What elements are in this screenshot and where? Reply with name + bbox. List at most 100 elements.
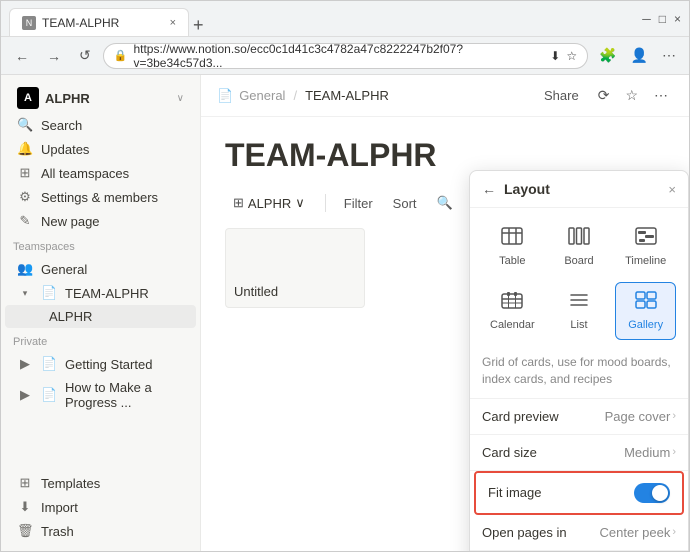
workspace-logo: A	[17, 87, 39, 109]
card-size-label: Card size	[482, 445, 624, 460]
sidebar-new-page-label: New page	[41, 214, 184, 229]
workspace-header[interactable]: A ALPHR ∨	[5, 83, 196, 113]
nav-forward-button[interactable]: →	[41, 44, 67, 68]
open-pages-arrow-icon: ›	[672, 526, 676, 538]
page-header-bar: 📄 General / TEAM-ALPHR Share ⟳ ☆ ⋯	[201, 75, 689, 117]
sidebar-item-general[interactable]: 👥 General	[5, 257, 196, 281]
fit-image-toggle[interactable]	[634, 483, 670, 503]
browser-tab-active[interactable]: N TEAM-ALPHR ×	[9, 8, 189, 36]
header-more-icon[interactable]: ⋯	[649, 83, 673, 108]
view-separator	[325, 194, 326, 212]
layout-option-list[interactable]: List	[549, 282, 610, 340]
card-preview-row[interactable]: Card preview Page cover ›	[470, 399, 688, 435]
sidebar-item-getting-started[interactable]: ▶ 📄 Getting Started	[5, 352, 196, 376]
sidebar-item-templates[interactable]: ⊞ Templates	[5, 471, 196, 495]
all-teamspaces-icon: ⊞	[17, 165, 33, 181]
layout-panel: ← Layout ×	[469, 170, 689, 551]
sidebar-team-alphr-label: TEAM-ALPHR	[65, 286, 184, 301]
view-selector[interactable]: ⊞ ALPHR ∨	[225, 191, 313, 215]
header-history-icon[interactable]: ⟳	[593, 83, 615, 108]
open-pages-value: Center peek	[600, 525, 671, 540]
fit-image-row[interactable]: Fit image	[474, 471, 684, 515]
gallery-layout-label: Gallery	[628, 319, 663, 331]
panel-close-button[interactable]: ×	[668, 182, 676, 197]
board-layout-icon	[568, 227, 590, 251]
tab-close-icon[interactable]: ×	[170, 17, 176, 29]
getting-started-icon: ▶	[17, 356, 33, 372]
list-layout-label: List	[570, 319, 587, 331]
card-size-arrow-icon: ›	[672, 446, 676, 458]
timeline-layout-label: Timeline	[625, 255, 666, 267]
layout-options-grid: Table Board	[470, 208, 688, 350]
breadcrumb-icon: 📄	[217, 88, 233, 104]
browser-tabs: N TEAM-ALPHR × +	[9, 1, 208, 36]
search-view-button[interactable]: 🔍	[431, 191, 459, 215]
breadcrumb-parent[interactable]: General	[239, 88, 285, 103]
breadcrumb-current: TEAM-ALPHR	[305, 88, 389, 103]
view-chevron-icon: ∨	[295, 195, 305, 211]
window-close-icon[interactable]: ×	[674, 12, 681, 26]
card-size-value: Medium	[624, 445, 670, 460]
sidebar-updates-label: Updates	[41, 142, 184, 157]
sidebar-item-team-alphr[interactable]: ▾ 📄 TEAM-ALPHR	[5, 281, 196, 305]
app-layout: A ALPHR ∨ 🔍 Search 🔔 Updates ⊞ All teams…	[1, 75, 689, 551]
sidebar-item-new-page[interactable]: ✎ New page	[5, 209, 196, 233]
sidebar-item-search[interactable]: 🔍 Search	[5, 113, 196, 137]
nav-reload-button[interactable]: ↺	[73, 43, 97, 68]
layout-option-gallery[interactable]: Gallery	[615, 282, 676, 340]
general-icon: 👥	[17, 261, 33, 277]
address-bar[interactable]: 🔒 https://www.notion.so/ecc0c1d41c3c4782…	[103, 43, 588, 69]
timeline-layout-icon	[635, 227, 657, 251]
card-size-row[interactable]: Card size Medium ›	[470, 435, 688, 471]
calendar-layout-icon	[501, 291, 523, 315]
lock-icon: 🔒	[114, 49, 128, 62]
templates-icon: ⊞	[17, 475, 33, 491]
panel-header: ← Layout ×	[470, 171, 688, 208]
sidebar-templates-label: Templates	[41, 476, 184, 491]
getting-started-doc-icon: 📄	[41, 356, 57, 372]
sidebar-item-alphr[interactable]: ALPHR	[5, 305, 196, 328]
table-layout-label: Table	[499, 255, 525, 267]
sidebar-search-label: Search	[41, 118, 184, 133]
workspace-chevron-icon: ∨	[177, 93, 184, 104]
address-bar-star-icon[interactable]: ☆	[566, 49, 577, 63]
browser-more-button[interactable]: ⋯	[657, 43, 681, 68]
filter-button[interactable]: Filter	[338, 192, 379, 215]
table-layout-icon	[501, 227, 523, 251]
sidebar-progress-label: How to Make a Progress ...	[65, 380, 184, 410]
window-minimize-icon[interactable]: ─	[642, 12, 651, 26]
nav-back-button[interactable]: ←	[9, 44, 35, 68]
new-tab-button[interactable]: +	[189, 15, 208, 36]
main-content: 📄 General / TEAM-ALPHR Share ⟳ ☆ ⋯ TEAM-…	[201, 75, 689, 551]
panel-description: Grid of cards, use for mood boards, inde…	[470, 350, 688, 399]
extensions-button[interactable]: 🧩	[594, 43, 621, 68]
window-maximize-icon[interactable]: □	[659, 12, 666, 26]
sort-button[interactable]: Sort	[387, 192, 423, 215]
sidebar-item-updates[interactable]: 🔔 Updates	[5, 137, 196, 161]
sidebar: A ALPHR ∨ 🔍 Search 🔔 Updates ⊞ All teams…	[1, 75, 201, 551]
calendar-layout-label: Calendar	[490, 319, 535, 331]
team-alphr-doc-icon: 📄	[41, 285, 57, 301]
share-button[interactable]: Share	[536, 84, 587, 107]
profile-button[interactable]: 👤	[626, 43, 653, 68]
sidebar-item-import[interactable]: ⬇ Import	[5, 495, 196, 519]
layout-option-timeline[interactable]: Timeline	[615, 218, 676, 276]
layout-option-table[interactable]: Table	[482, 218, 543, 276]
search-icon: 🔍	[17, 117, 33, 133]
sidebar-item-settings[interactable]: ⚙ Settings & members	[5, 185, 196, 209]
sidebar-item-trash[interactable]: 🗑 Trash	[5, 519, 196, 543]
layout-option-calendar[interactable]: Calendar	[482, 282, 543, 340]
sidebar-item-all-teamspaces[interactable]: ⊞ All teamspaces	[5, 161, 196, 185]
sidebar-item-progress[interactable]: ▶ 📄 How to Make a Progress ...	[5, 376, 196, 414]
sidebar-alphr-label: ALPHR	[49, 309, 184, 324]
panel-back-button[interactable]: ←	[482, 181, 496, 197]
layout-option-board[interactable]: Board	[549, 218, 610, 276]
sidebar-general-label: General	[41, 262, 184, 277]
panel-title: Layout	[504, 181, 660, 197]
sidebar-all-teamspaces-label: All teamspaces	[41, 166, 184, 181]
open-pages-row[interactable]: Open pages in Center peek ›	[470, 515, 688, 551]
header-star-icon[interactable]: ☆	[620, 83, 643, 108]
sidebar-import-label: Import	[41, 500, 184, 515]
progress-expand-icon: ▶	[17, 387, 33, 403]
card-untitled[interactable]: Untitled	[225, 228, 365, 308]
